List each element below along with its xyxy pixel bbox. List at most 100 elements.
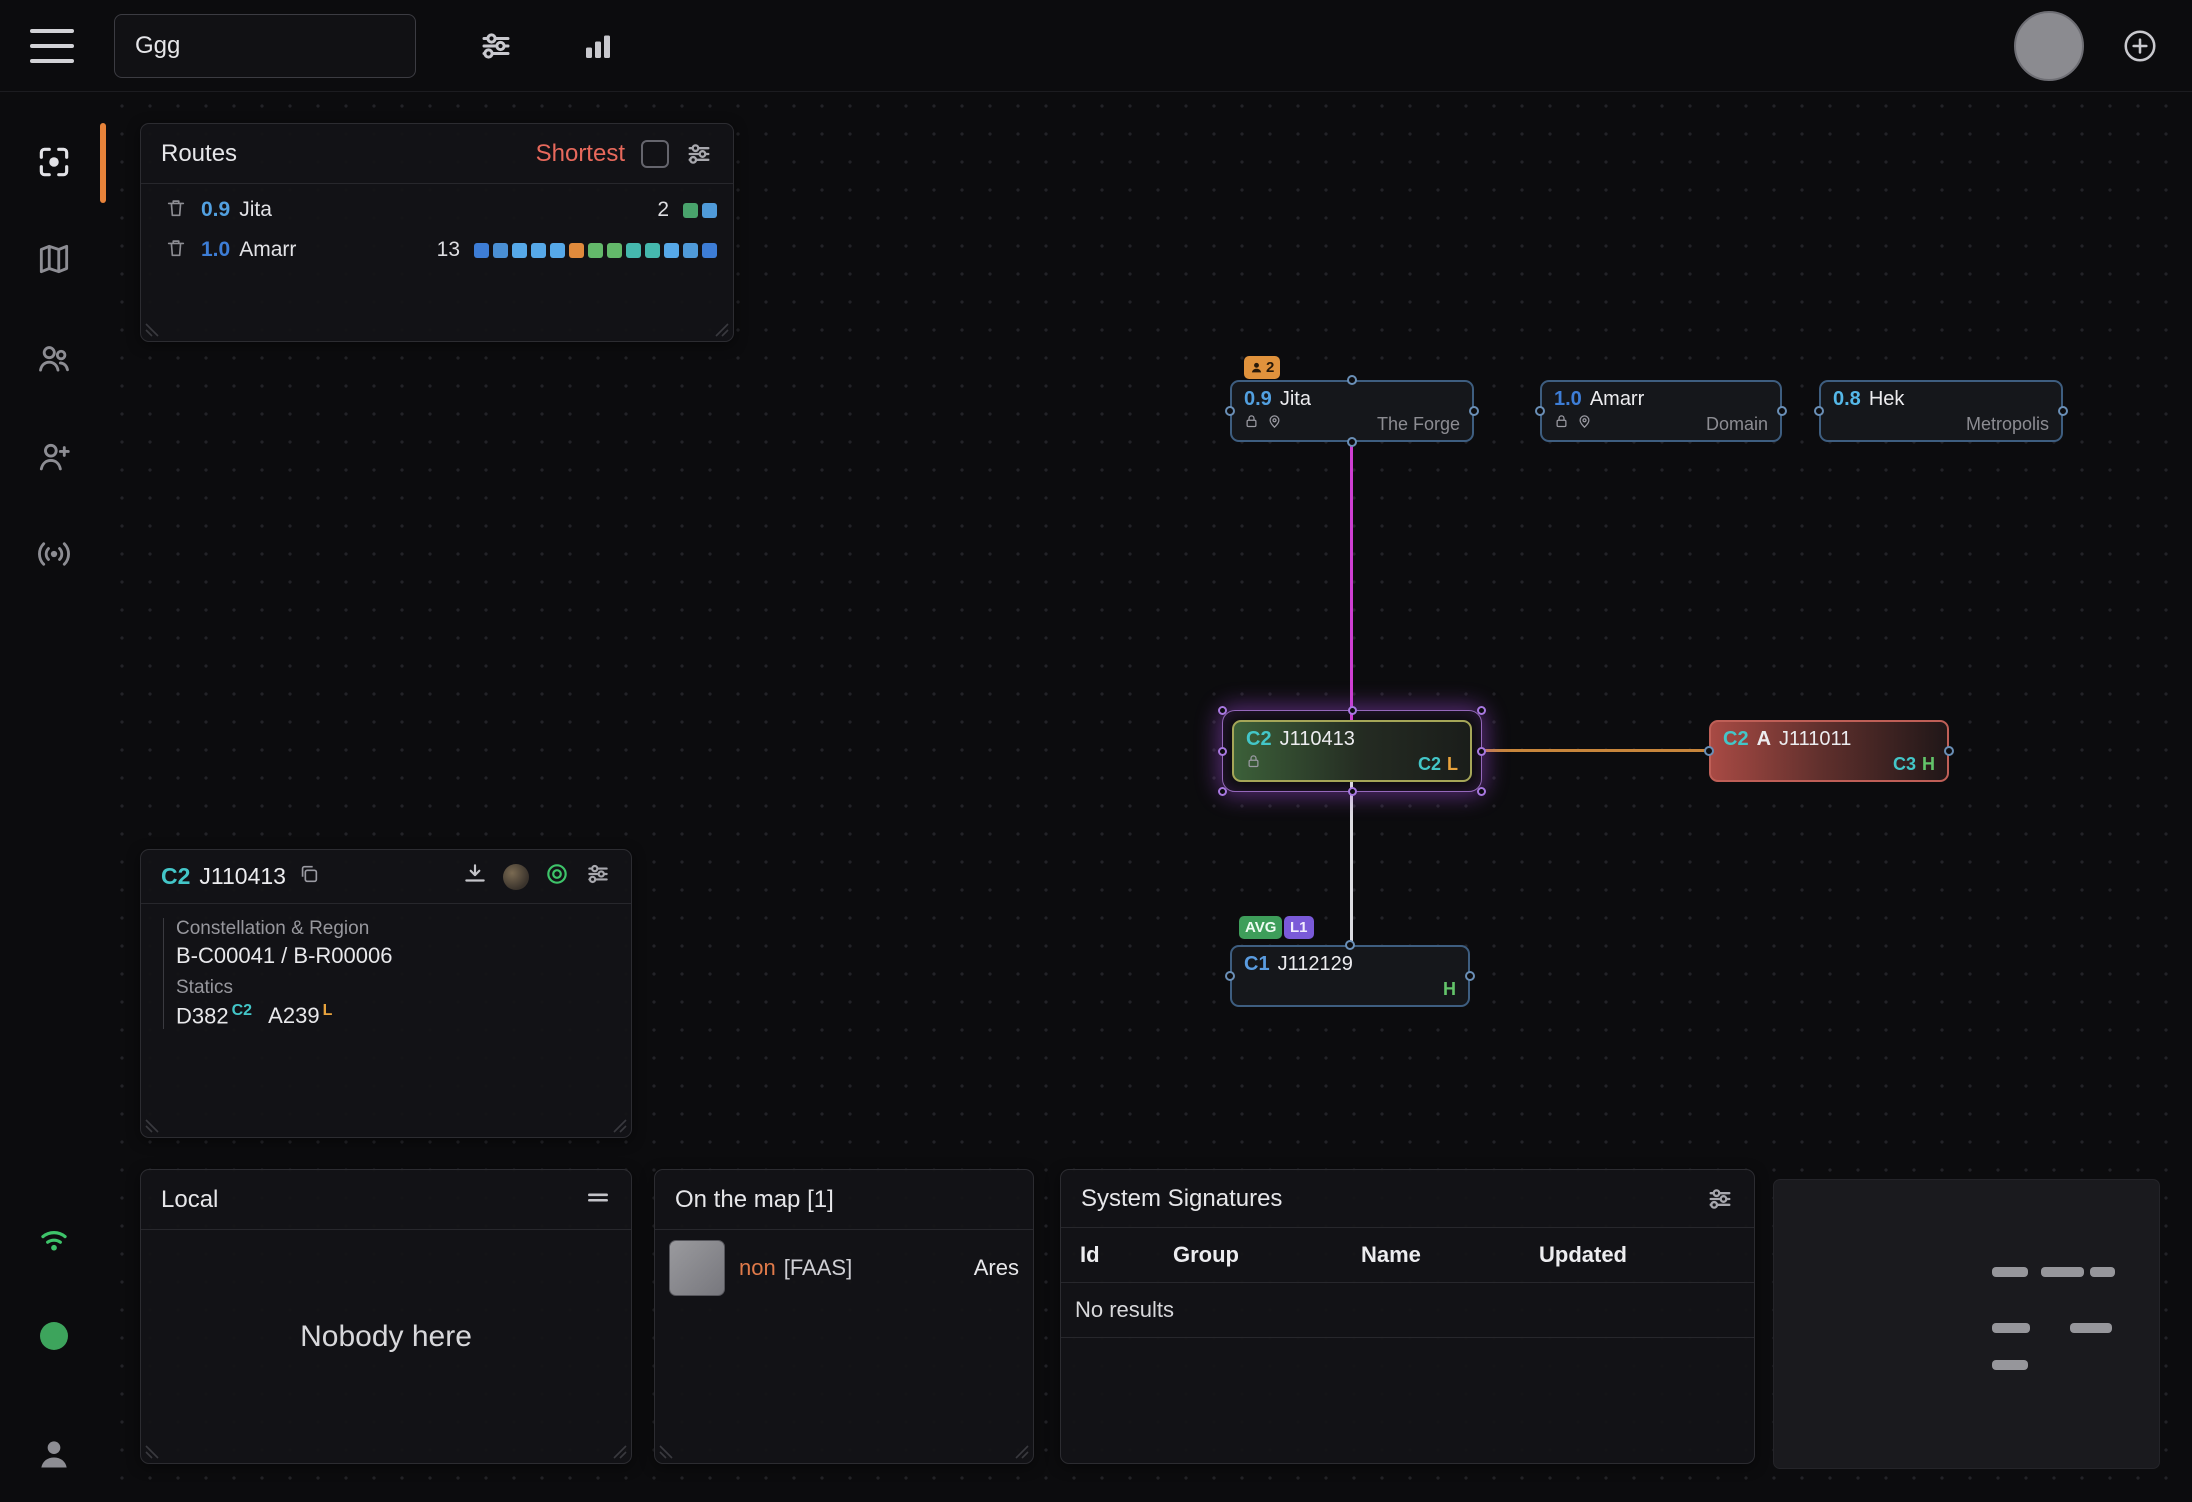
connection-handle[interactable] bbox=[1777, 406, 1787, 416]
resize-handle[interactable] bbox=[613, 1445, 627, 1459]
system-node-hek[interactable]: 0.8 Hek Metropolis bbox=[1819, 380, 2063, 442]
selection-handle[interactable] bbox=[1477, 787, 1486, 796]
connection-handle[interactable] bbox=[1469, 406, 1479, 416]
lock-icon bbox=[1244, 414, 1259, 434]
resize-handle[interactable] bbox=[715, 323, 729, 337]
connection-handle[interactable] bbox=[1347, 437, 1357, 447]
statics-labels: C2 L bbox=[1418, 754, 1458, 775]
on-the-map-panel: On the map [1] non [FAAS] Ares bbox=[654, 1169, 1034, 1464]
menu-equals-icon[interactable] bbox=[585, 1184, 611, 1215]
sidebar bbox=[0, 92, 108, 1502]
user-icon[interactable] bbox=[0, 1418, 108, 1490]
connection-handle[interactable] bbox=[1225, 971, 1235, 981]
resize-handle[interactable] bbox=[613, 1119, 627, 1133]
connection-handle[interactable] bbox=[1535, 406, 1545, 416]
region-section-value: B-C00041 / B-R00006 bbox=[176, 943, 611, 969]
person-icon bbox=[1250, 361, 1263, 374]
route-jump-count: 2 bbox=[623, 198, 669, 222]
system-name: J111011 bbox=[1779, 728, 1851, 751]
wifi-icon[interactable] bbox=[0, 1203, 108, 1275]
minimap-panel[interactable] bbox=[1773, 1179, 2160, 1469]
trash-icon[interactable] bbox=[165, 197, 189, 224]
focus-scan-icon[interactable] bbox=[0, 126, 108, 198]
pin-icon bbox=[1577, 414, 1592, 434]
sliders-icon[interactable] bbox=[585, 861, 611, 892]
connection-handle[interactable] bbox=[1345, 940, 1355, 950]
user-avatar[interactable] bbox=[2014, 11, 2084, 81]
connection-j110413-j111011[interactable] bbox=[1482, 749, 1709, 752]
security-status: 0.8 bbox=[1833, 388, 1861, 411]
column-group[interactable]: Group bbox=[1173, 1242, 1361, 1268]
resize-handle[interactable] bbox=[145, 323, 159, 337]
resize-handle[interactable] bbox=[145, 1445, 159, 1459]
broadcast-icon[interactable] bbox=[0, 518, 108, 590]
pilot-portrait[interactable] bbox=[669, 1240, 725, 1296]
connection-handle[interactable] bbox=[1704, 746, 1714, 756]
selection-handle[interactable] bbox=[1348, 787, 1357, 796]
route-destination: Jita bbox=[239, 198, 272, 222]
system-name: Jita bbox=[1280, 388, 1311, 411]
minimap-bar bbox=[2041, 1267, 2084, 1277]
connection-handle[interactable] bbox=[1347, 375, 1357, 385]
copy-icon[interactable] bbox=[298, 863, 320, 890]
resize-handle[interactable] bbox=[1015, 1445, 1029, 1459]
bar-chart-icon[interactable] bbox=[576, 24, 620, 68]
system-class: C2 bbox=[161, 863, 190, 890]
system-node-j110413[interactable]: C2 J110413 C2 L bbox=[1232, 720, 1472, 782]
locate-icon[interactable] bbox=[544, 861, 570, 892]
minimap-bar bbox=[1992, 1267, 2028, 1277]
pilot-row[interactable]: non [FAAS] Ares bbox=[655, 1230, 1033, 1296]
selection-handle[interactable] bbox=[1477, 706, 1486, 715]
resize-handle[interactable] bbox=[145, 1119, 159, 1133]
people-icon[interactable] bbox=[0, 323, 108, 395]
person-add-icon[interactable] bbox=[0, 421, 108, 493]
map-icon[interactable] bbox=[0, 223, 108, 295]
resize-handle[interactable] bbox=[659, 1445, 673, 1459]
map-name-input[interactable] bbox=[114, 14, 416, 78]
system-info-panel: C2 J110413 Constellation & Region B-C000… bbox=[140, 849, 632, 1138]
routes-title: Routes bbox=[161, 140, 237, 168]
system-node-jita[interactable]: 0.9 Jita The Forge bbox=[1230, 380, 1474, 442]
selection-handle[interactable] bbox=[1348, 706, 1357, 715]
pilot-name: non bbox=[739, 1255, 776, 1281]
status-dot[interactable] bbox=[0, 1300, 108, 1372]
selection-handle[interactable] bbox=[1218, 706, 1227, 715]
region-name: The Forge bbox=[1377, 414, 1460, 435]
system-node-j111011[interactable]: C2 A J111011 C3 H bbox=[1709, 720, 1949, 782]
connection-j110413-j112129[interactable] bbox=[1350, 782, 1353, 945]
wormhole-class: C2 bbox=[1246, 728, 1272, 751]
route-row-jita[interactable]: 0.9 Jita 2 bbox=[141, 190, 733, 230]
column-updated[interactable]: Updated bbox=[1539, 1242, 1754, 1268]
system-name: J110413 bbox=[199, 863, 286, 890]
system-node-j112129[interactable]: C1 J112129 H bbox=[1230, 945, 1470, 1007]
connection-handle[interactable] bbox=[1465, 971, 1475, 981]
connection-handle[interactable] bbox=[1225, 406, 1235, 416]
selection-handle[interactable] bbox=[1477, 747, 1486, 756]
system-name: Hek bbox=[1869, 388, 1905, 411]
hamburger-icon[interactable] bbox=[30, 29, 74, 63]
sliders-icon[interactable] bbox=[474, 24, 518, 68]
shortest-checkbox[interactable] bbox=[641, 140, 669, 168]
statics-labels: H bbox=[1443, 979, 1456, 1000]
column-id[interactable]: Id bbox=[1080, 1242, 1173, 1268]
column-name[interactable]: Name bbox=[1361, 1242, 1539, 1268]
connection-handle[interactable] bbox=[2058, 406, 2068, 416]
connection-handle[interactable] bbox=[1814, 406, 1824, 416]
system-tag: A bbox=[1757, 728, 1771, 751]
selection-handle[interactable] bbox=[1218, 787, 1227, 796]
connection-handle[interactable] bbox=[1944, 746, 1954, 756]
trash-icon[interactable] bbox=[165, 237, 189, 264]
pilot-ship-type: Ares bbox=[974, 1255, 1019, 1281]
signatures-empty-text: No results bbox=[1061, 1283, 1754, 1338]
download-tray-icon[interactable] bbox=[462, 861, 488, 892]
system-node-amarr[interactable]: 1.0 Amarr Domain bbox=[1540, 380, 1782, 442]
sliders-icon[interactable] bbox=[1706, 1185, 1734, 1213]
selection-handle[interactable] bbox=[1218, 747, 1227, 756]
sliders-icon[interactable] bbox=[685, 140, 713, 168]
plus-circle-icon[interactable] bbox=[2118, 24, 2162, 68]
shortest-label[interactable]: Shortest bbox=[536, 140, 625, 168]
route-row-amarr[interactable]: 1.0 Amarr 13 bbox=[141, 230, 733, 270]
connection-jita-j110413[interactable] bbox=[1350, 442, 1353, 720]
route-jump-squares bbox=[683, 203, 717, 218]
planet-thumbnail[interactable] bbox=[503, 864, 529, 890]
